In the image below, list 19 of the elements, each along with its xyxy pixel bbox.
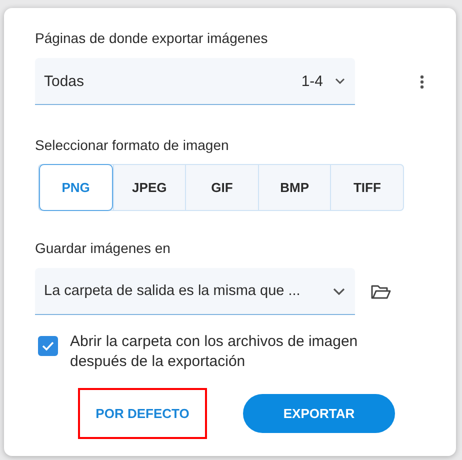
format-option[interactable]: PNG [39,164,113,211]
format-option[interactable]: TIFF [330,165,403,210]
format-option[interactable]: BMP [258,165,330,210]
folder-icon[interactable] [371,284,391,299]
format-option[interactable]: JPEG [112,165,186,210]
chevron-down-icon [333,288,345,294]
format-label: Seleccionar formato de imagen [35,136,230,154]
default-button[interactable]: POR DEFECTO [78,388,207,439]
checkbox-label: Abrir la carpeta con los archivos de imagen después de la exportación [70,332,359,372]
pages-label: Páginas de donde exportar imágenes [35,29,269,47]
save-location-dropdown[interactable]: La carpeta de salida es la misma que ... [35,268,355,315]
more-options-icon[interactable] [420,74,424,88]
export-button[interactable]: EXPORTAR [243,394,395,433]
checkbox[interactable] [38,336,58,356]
check-icon [42,341,54,351]
save-location-label: Guardar imágenes en [35,239,172,257]
chevron-down-icon [335,78,345,84]
format-option[interactable]: GIF [185,165,258,210]
pages-dropdown[interactable]: Todas 1-4 [35,58,355,105]
